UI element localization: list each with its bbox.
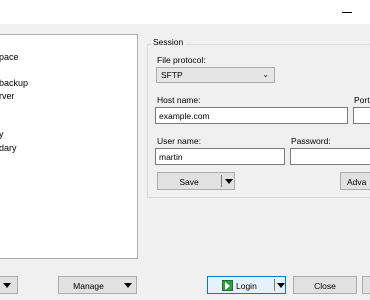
host-name-input[interactable]: example.com xyxy=(155,107,348,124)
site-tree[interactable]: pace backup rver y dary xyxy=(0,34,138,259)
tree-item[interactable]: y xyxy=(0,129,4,139)
advanced-button-label: Adva xyxy=(347,177,367,187)
host-name-label: Host name: xyxy=(157,95,201,105)
split-separator xyxy=(221,175,222,187)
port-input[interactable] xyxy=(353,107,370,124)
tree-item[interactable]: rver xyxy=(0,91,15,101)
user-name-label: User name: xyxy=(157,136,201,146)
tree-item[interactable]: dary xyxy=(0,143,17,153)
help-button[interactable] xyxy=(362,276,370,294)
save-button[interactable]: Save xyxy=(157,172,235,190)
file-protocol-select[interactable]: SFTP ⌄ xyxy=(156,67,275,83)
manage-button[interactable]: Manage xyxy=(58,276,137,294)
tools-dropdown-button[interactable] xyxy=(0,276,18,294)
close-button[interactable]: Close xyxy=(293,276,357,294)
dropdown-arrow-icon[interactable] xyxy=(277,283,285,288)
session-group-label: Session xyxy=(151,37,186,47)
advanced-button[interactable]: Adva xyxy=(340,172,370,190)
host-name-value: example.com xyxy=(159,111,210,121)
login-button[interactable]: Login xyxy=(207,276,286,294)
split-separator xyxy=(274,279,275,291)
tree-item[interactable]: pace xyxy=(0,52,19,62)
password-label: Password: xyxy=(291,136,331,146)
title-bar xyxy=(0,0,370,24)
manage-button-label: Manage xyxy=(73,281,104,291)
dropdown-arrow-icon xyxy=(3,283,11,288)
password-input[interactable] xyxy=(290,148,370,165)
port-label: Port xyxy=(354,95,370,105)
file-protocol-label: File protocol: xyxy=(157,55,206,65)
save-button-label: Save xyxy=(179,177,199,187)
minimize-button[interactable] xyxy=(336,2,358,20)
dropdown-arrow-icon[interactable] xyxy=(225,179,233,184)
close-button-label: Close xyxy=(314,281,336,291)
user-name-value: martin xyxy=(159,152,183,162)
dropdown-arrow-icon xyxy=(124,283,132,288)
tree-item[interactable]: backup xyxy=(0,78,28,88)
file-protocol-value: SFTP xyxy=(161,70,183,80)
chevron-down-icon: ⌄ xyxy=(262,70,269,79)
login-button-label: Login xyxy=(236,281,257,291)
login-icon xyxy=(222,280,233,291)
user-name-input[interactable]: martin xyxy=(155,148,285,165)
